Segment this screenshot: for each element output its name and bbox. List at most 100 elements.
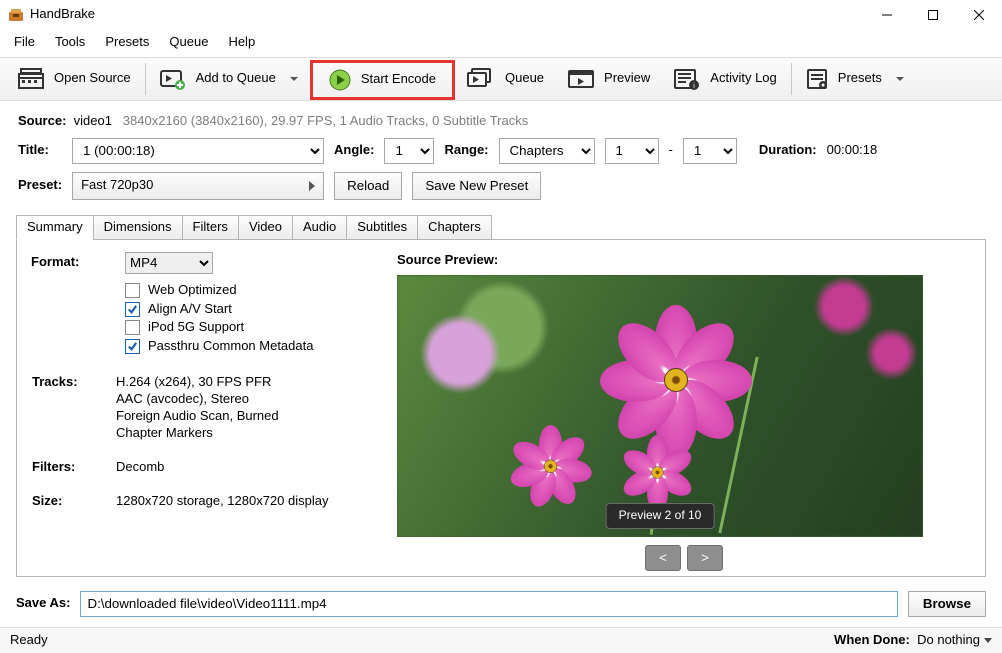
preset-select[interactable]: Fast 720p30 [72,172,324,200]
passthru-metadata-checkbox[interactable]: Passthru Common Metadata [125,338,381,355]
save-as-input[interactable] [80,591,897,617]
activity-log-button[interactable]: i Activity Log [662,57,788,101]
checkbox-checked-icon [125,302,140,317]
save-as-label: Save As: [16,595,70,612]
presets-button[interactable]: Presets [794,57,916,101]
checkbox-unchecked-icon [125,320,140,335]
menu-queue[interactable]: Queue [161,32,216,53]
range-to-select[interactable]: 1 [683,138,737,164]
queue-label: Queue [505,70,544,87]
align-av-label: Align A/V Start [148,301,232,318]
tab-video[interactable]: Video [238,215,293,240]
range-from-select[interactable]: 1 [605,138,659,164]
open-source-label: Open Source [54,70,131,87]
window-minimize-button[interactable] [864,0,910,30]
format-label: Format: [31,254,115,271]
menu-tools[interactable]: Tools [47,32,93,53]
title-row: Title: 1 (00:00:18) Angle: 1 Range: Chap… [0,134,1002,168]
chevron-down-icon [984,638,992,643]
align-av-checkbox[interactable]: Align A/V Start [125,301,381,318]
source-name: video1 [74,113,112,128]
film-open-icon [18,68,44,90]
browse-button[interactable]: Browse [908,591,986,617]
title-select[interactable]: 1 (00:00:18) [72,138,324,164]
range-dash: - [669,142,673,159]
tab-audio[interactable]: Audio [292,215,347,240]
range-label: Range: [444,142,488,159]
preview-label: Preview [604,70,650,87]
menu-presets[interactable]: Presets [97,32,157,53]
tab-summary[interactable]: Summary [16,215,94,240]
window-close-button[interactable] [956,0,1002,30]
when-done-label: When Done: [834,632,910,647]
source-preview-label: Source Preview: [397,252,971,269]
start-encode-button[interactable]: Start Encode [310,60,455,100]
reload-preset-button[interactable]: Reload [334,172,402,200]
source-label: Source: [18,113,66,128]
web-optimized-checkbox[interactable]: Web Optimized [125,282,381,299]
track-line: H.264 (x264), 30 FPS PFR [116,374,329,391]
tab-subtitles[interactable]: Subtitles [346,215,418,240]
presets-label: Presets [838,70,882,87]
presets-dropdown-icon[interactable] [896,77,904,81]
track-line: AAC (avcodec), Stereo [116,391,329,408]
format-select[interactable]: MP4 [125,252,213,274]
ipod-support-checkbox[interactable]: iPod 5G Support [125,319,381,336]
presets-icon [806,68,828,90]
preview-next-button[interactable]: > [687,545,723,571]
tracks-values: H.264 (x264), 30 FPS PFR AAC (avcodec), … [115,373,330,448]
preview-column: Source Preview: [397,252,971,564]
statusbar: Ready When Done: Do nothing [0,627,1002,653]
tabs-container: Summary Dimensions Filters Video Audio S… [16,214,986,577]
preview-icon [568,68,594,90]
add-to-queue-label: Add to Queue [196,70,276,87]
size-value: 1280x720 storage, 1280x720 display [115,492,330,516]
menubar: File Tools Presets Queue Help [0,30,1002,57]
source-details: 3840x2160 (3840x2160), 29.97 FPS, 1 Audi… [123,113,528,128]
duration-value: 00:00:18 [827,142,878,159]
activity-log-label: Activity Log [710,70,776,87]
open-source-button[interactable]: Open Source [6,57,143,101]
save-new-preset-button[interactable]: Save New Preset [412,172,541,200]
source-preview-image: Preview 2 of 10 [397,275,923,537]
preview-prev-button[interactable]: < [645,545,681,571]
track-line: Chapter Markers [116,425,329,442]
filters-value: Decomb [115,458,330,482]
window-title: HandBrake [30,6,95,23]
preset-value: Fast 720p30 [81,177,153,194]
add-queue-icon [160,68,186,90]
add-queue-dropdown-icon[interactable] [290,77,298,81]
range-mode-select[interactable]: Chapters [499,138,595,164]
ipod-support-label: iPod 5G Support [148,319,244,336]
checkbox-unchecked-icon [125,283,140,298]
play-icon [329,69,351,91]
queue-icon [467,68,495,90]
window-maximize-button[interactable] [910,0,956,30]
when-done-control[interactable]: When Done: Do nothing [834,632,992,649]
app-icon [8,7,24,23]
window-titlebar: HandBrake [0,0,1002,30]
source-info-row: Source: video1 3840x2160 (3840x2160), 29… [0,109,1002,134]
preset-row: Preset: Fast 720p30 Reload Save New Pres… [0,168,1002,204]
add-to-queue-button[interactable]: Add to Queue [148,57,310,101]
start-encode-label: Start Encode [361,71,436,88]
size-label: Size: [31,492,115,516]
queue-button[interactable]: Queue [455,57,556,101]
duration-label: Duration: [759,142,817,159]
tabstrip: Summary Dimensions Filters Video Audio S… [16,215,986,240]
tab-dimensions[interactable]: Dimensions [93,215,183,240]
menu-file[interactable]: File [6,32,43,53]
tracks-label: Tracks: [31,373,115,448]
track-line: Foreign Audio Scan, Burned [116,408,329,425]
web-optimized-label: Web Optimized [148,282,237,299]
angle-label: Angle: [334,142,374,159]
title-label: Title: [18,142,62,159]
when-done-value: Do nothing [917,632,980,647]
menu-help[interactable]: Help [220,32,263,53]
tab-filters[interactable]: Filters [182,215,239,240]
preset-label: Preset: [18,177,62,194]
angle-select[interactable]: 1 [384,138,434,164]
checkbox-checked-icon [125,339,140,354]
preview-button[interactable]: Preview [556,57,662,101]
tab-chapters[interactable]: Chapters [417,215,492,240]
